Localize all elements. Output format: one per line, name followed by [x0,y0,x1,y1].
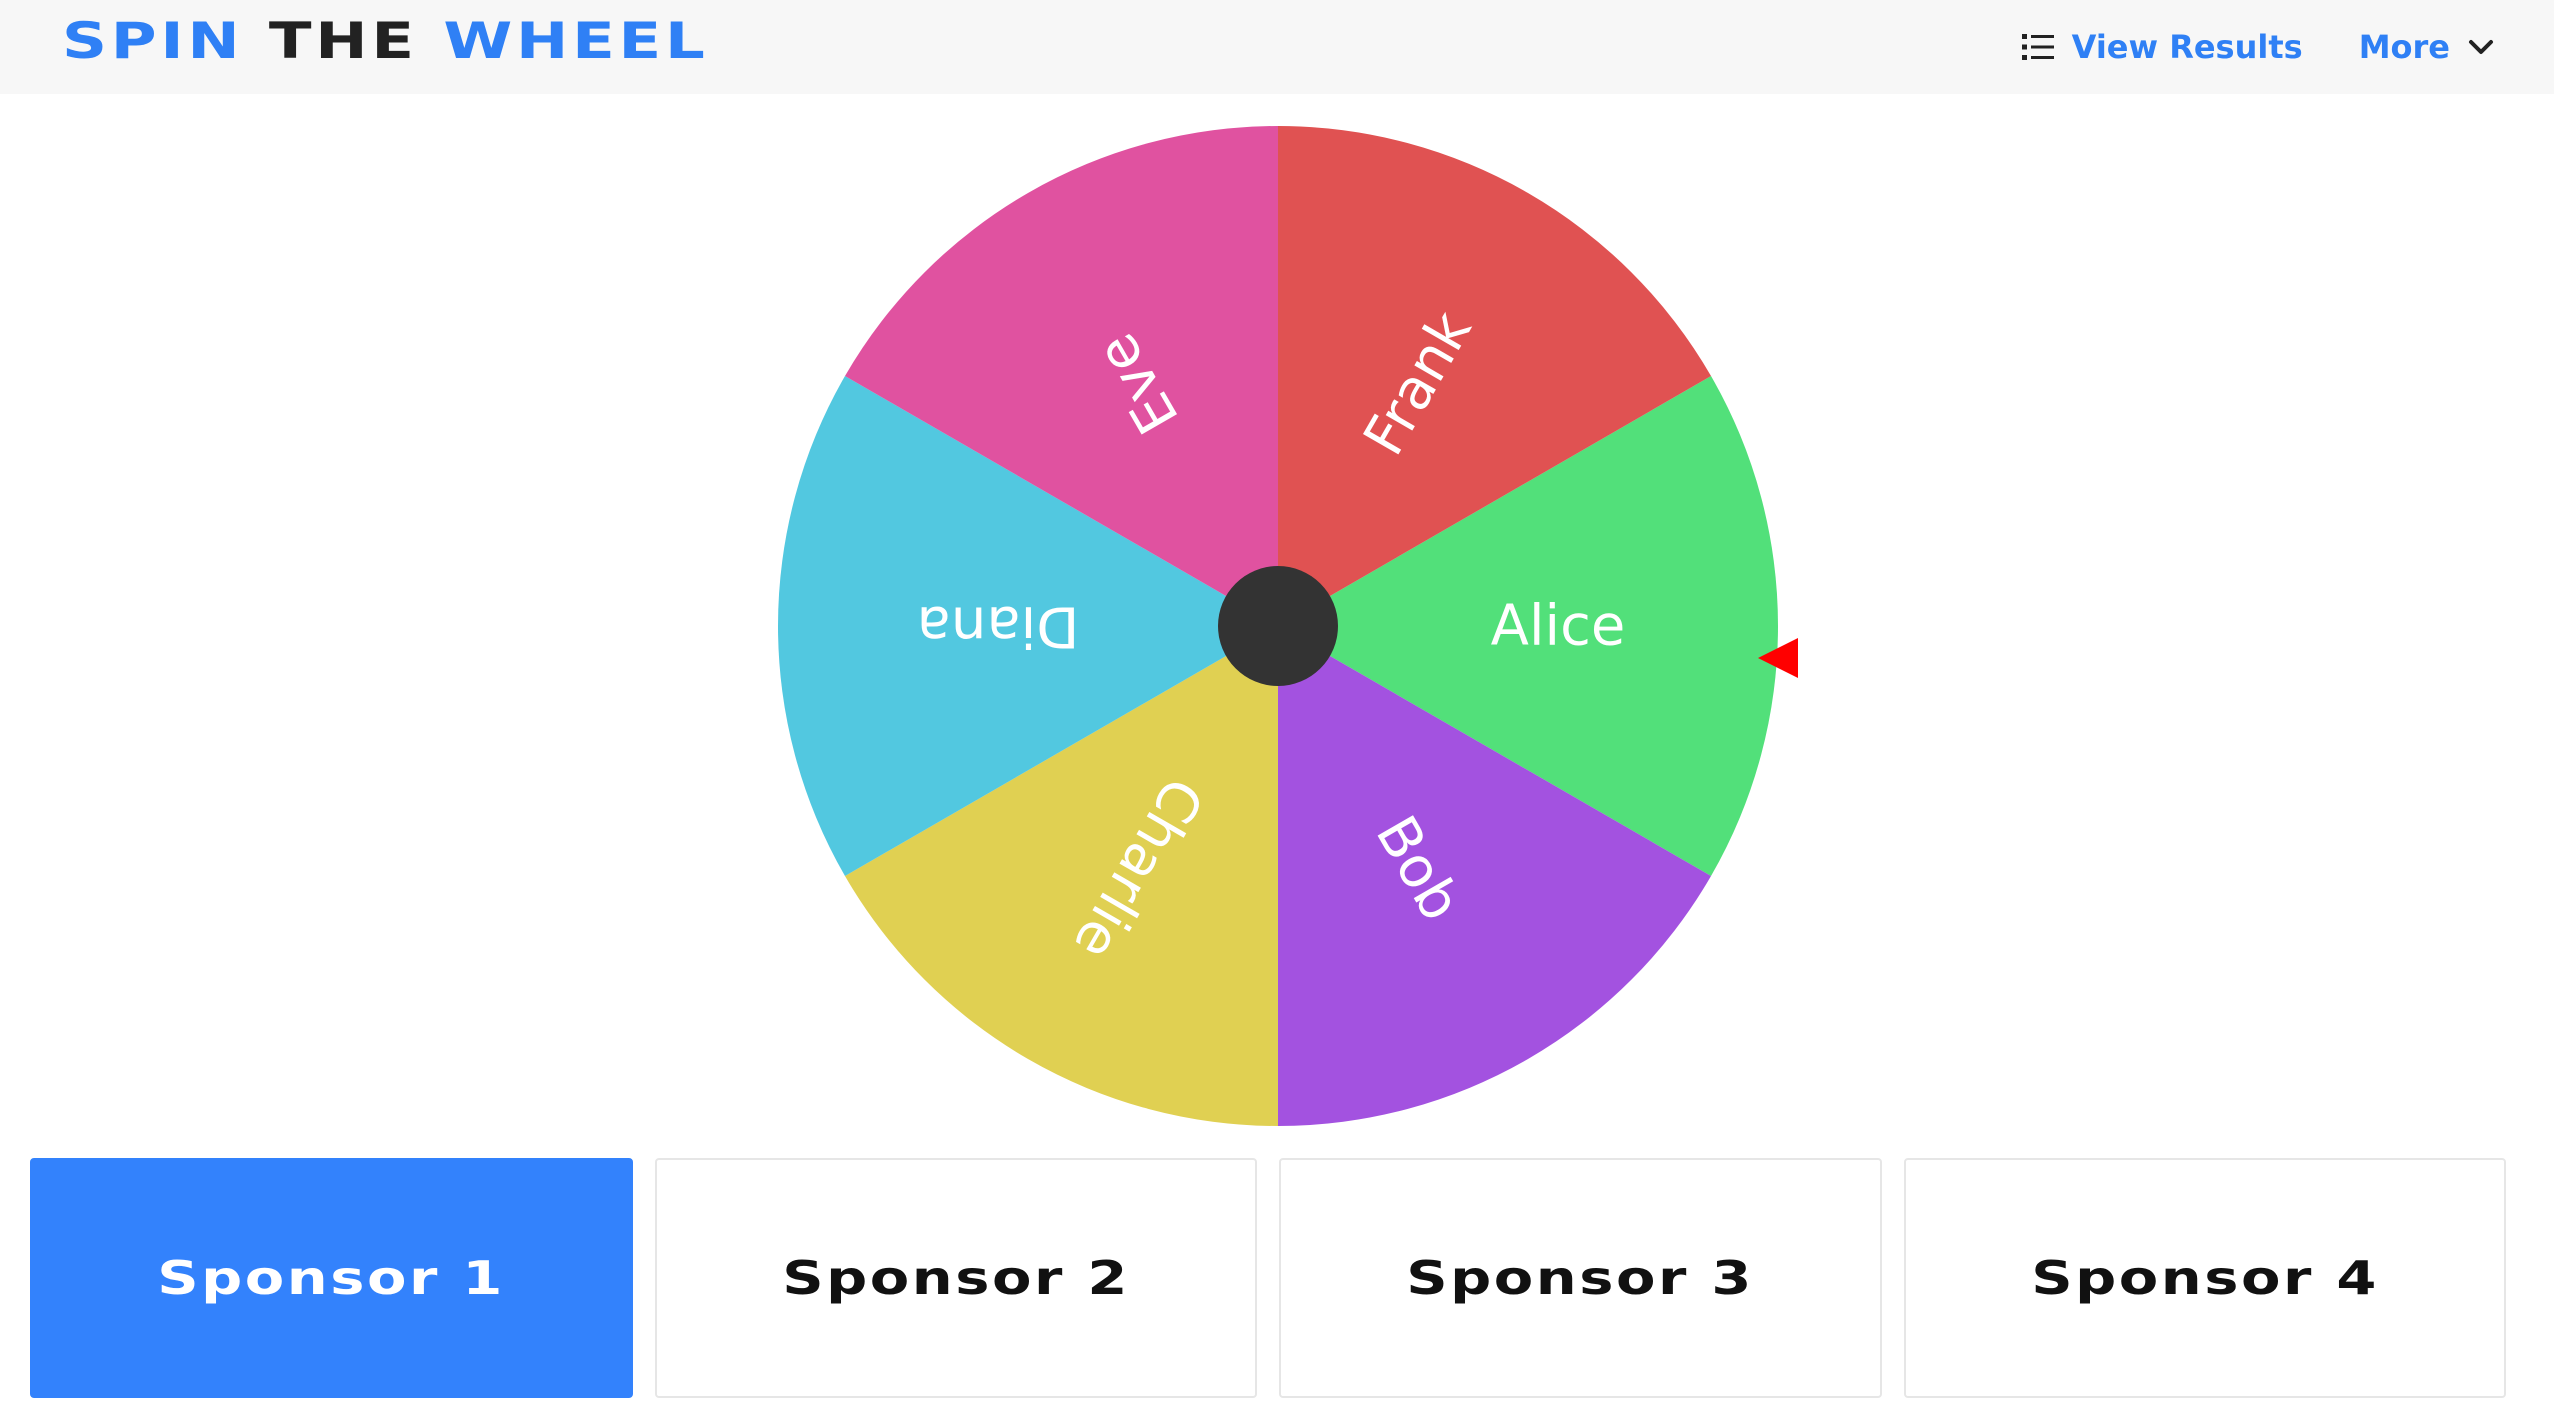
sponsor-label: Sponsor 4 [2030,1251,2379,1305]
logo-word-spin: SPIN [62,12,244,70]
logo-word-wheel: WHEEL [443,12,709,70]
sponsor-card-4[interactable]: Sponsor 4 [1903,1158,2506,1398]
view-results-label: View Results [2071,28,2303,66]
header-nav: View Results More [2021,18,2494,76]
app-logo[interactable]: SPIN THE WHEEL [62,10,709,72]
list-icon [2021,33,2054,61]
sponsor-card-1[interactable]: Sponsor 1 [30,1158,633,1398]
wheel-hub[interactable] [1218,566,1338,686]
more-menu-button[interactable]: More [2359,28,2494,66]
sponsor-label: Sponsor 1 [157,1251,506,1305]
sponsor-label: Sponsor 3 [1406,1251,1755,1305]
chevron-down-icon [2468,38,2494,56]
wheel-graphic[interactable]: AliceBobCharlieDianaEve Frank [776,124,1780,1128]
sponsor-label: Sponsor 2 [781,1251,1130,1305]
top-bar: SPIN THE WHEEL View Results More [0,0,2554,94]
triangle-pointer-icon [1756,636,1802,680]
more-label: More [2358,28,2450,66]
sponsor-bar: Sponsor 1 Sponsor 2 Sponsor 3 Sponsor 4 [30,1158,2506,1398]
sponsor-card-3[interactable]: Sponsor 3 [1279,1158,1882,1398]
spin-wheel[interactable]: Alice Bob Charlie Diana Eve Frank [776,124,1780,1128]
sponsor-card-2[interactable]: Sponsor 2 [654,1158,1257,1398]
wheel-label-alice: Alice [1491,594,1626,659]
view-results-link[interactable]: View Results [2021,28,2303,66]
logo-word-the: THE [268,12,418,70]
wheel-label-diana: Diana [917,594,1080,659]
